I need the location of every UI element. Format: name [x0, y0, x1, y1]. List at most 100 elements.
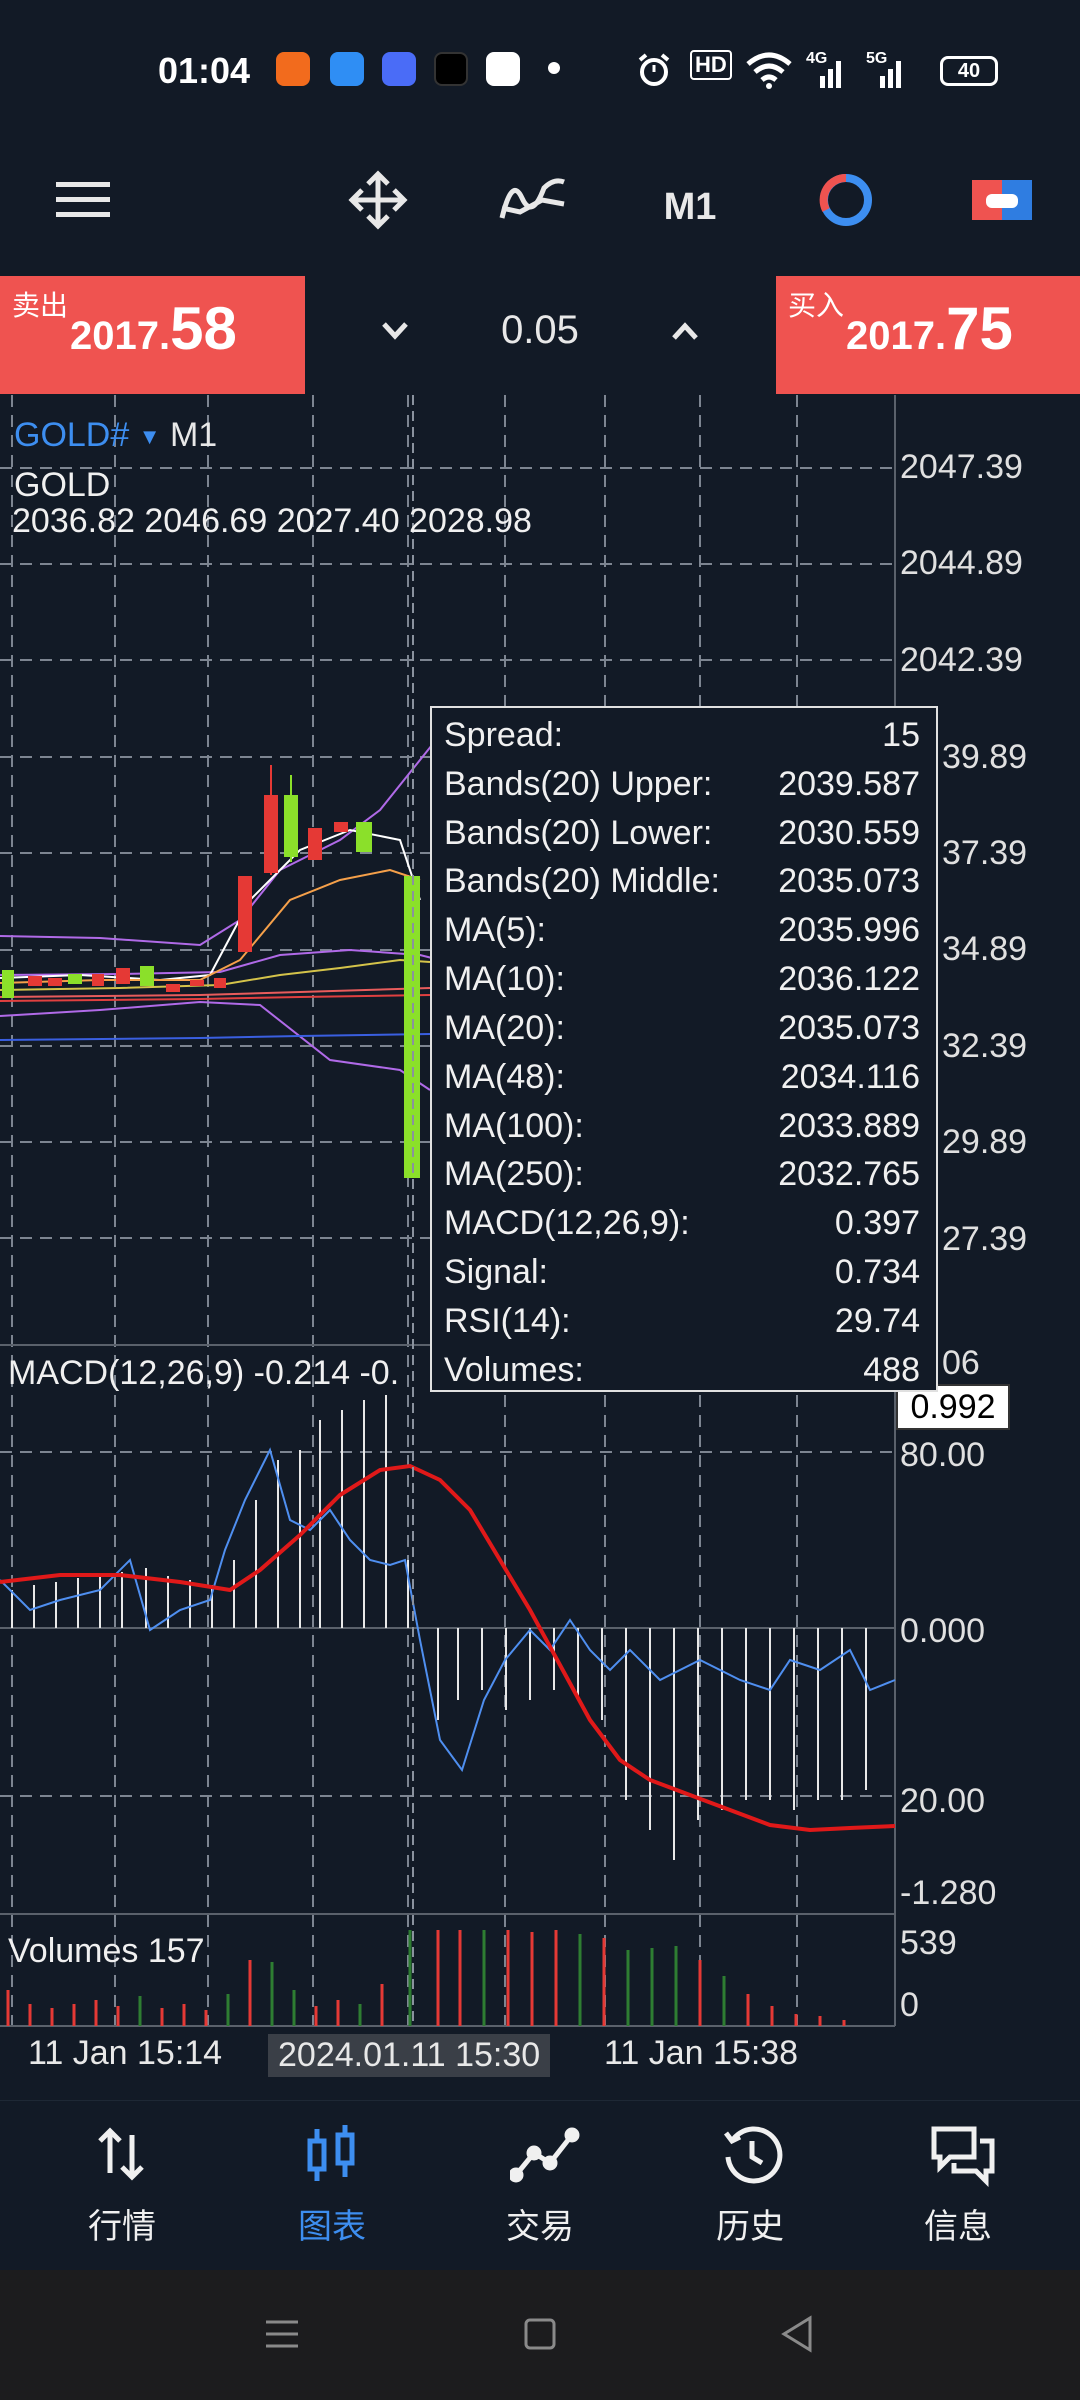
buy-price-minor: 75: [946, 295, 1013, 362]
wifi-icon: [746, 52, 792, 89]
tooltip-value: 29.74: [834, 1301, 920, 1340]
tooltip-value: 2033.889: [778, 1106, 920, 1145]
status-bar: 01:04 HD 4G 5G 40: [0, 0, 1080, 140]
back-icon[interactable]: [778, 2314, 818, 2354]
chart-candles-icon: [307, 2125, 355, 2181]
lot-increase-chevron-icon[interactable]: [650, 296, 720, 366]
volume-axis-label: 539: [900, 1924, 957, 1962]
browser-app-icon: [382, 52, 416, 86]
candle: [264, 795, 278, 873]
tooltip-key: Volumes:: [444, 1350, 584, 1389]
misc-app-icon: [486, 52, 520, 86]
price-axis-label: 34.89: [942, 930, 1028, 968]
tooltip-value: 2039.587: [778, 764, 920, 803]
macd-label: MACD(12,26,9) -0.214 -0.: [8, 1354, 400, 1392]
candle: [284, 795, 298, 857]
signal-5g-icon: [880, 61, 901, 88]
nav-history[interactable]: 历史: [670, 2101, 830, 2271]
nav-history-label: 历史: [716, 2208, 784, 2246]
candle: [308, 828, 322, 860]
tooltip-row: Bands(20) Lower: 2030.559: [444, 814, 920, 860]
nav-chart[interactable]: 图表: [252, 2101, 412, 2271]
tooltip-key: Signal:: [444, 1253, 548, 1292]
symbol-selector[interactable]: GOLD# ▼ M1: [14, 416, 217, 455]
tooltip-value: 2032.765: [778, 1155, 920, 1194]
sell-price-minor: 58: [170, 295, 237, 362]
signal-line: [0, 1463, 896, 1833]
lot-decrease-chevron-icon[interactable]: [360, 296, 430, 366]
tooltip-value: 15: [882, 716, 920, 754]
tooltip-row: Bands(20) Middle: 2035.073: [444, 862, 920, 908]
macd-axis-label: 20.00: [900, 1782, 986, 1820]
macd-axis-label: -1.280: [900, 1874, 997, 1912]
weather-app-icon: [330, 52, 364, 86]
price-axis-label: 29.89: [942, 1123, 1028, 1161]
menu-icon[interactable]: [54, 170, 114, 230]
status-time: 01:04: [158, 50, 251, 91]
hd-badge: HD: [690, 50, 732, 80]
tooltip-row: Volumes: 488: [444, 1351, 920, 1397]
tooltip-row: Spread: 15: [444, 716, 920, 762]
timeframe-button[interactable]: M1: [650, 140, 730, 275]
nav-messages-label: 信息: [924, 2208, 992, 2246]
symbol-description: GOLD: [14, 466, 111, 504]
tooltip-key: MA(48):: [444, 1057, 565, 1096]
history-clock-icon: [724, 2126, 783, 2184]
candle: [92, 974, 104, 986]
data-window-tooltip: Spread: 15 Bands(20) Upper: 2039.587 Bands(2…: [430, 706, 938, 1392]
buy-button[interactable]: 买入 2017.75: [776, 276, 1080, 394]
recent-apps-icon[interactable]: [262, 2314, 302, 2354]
time-axis-label: 11 Jan 15:38: [604, 2034, 799, 2072]
nav-messages[interactable]: 信息: [878, 2101, 1038, 2271]
chart-toolbar: M1: [0, 140, 1080, 275]
price-axis-label: 2042.39: [900, 641, 1023, 679]
indicator-icon[interactable]: [498, 168, 568, 232]
quotes-arrows-icon: [98, 2127, 144, 2181]
tooltip-row: MA(48): 2034.116: [444, 1058, 920, 1104]
trade-toggle-icon[interactable]: [970, 170, 1034, 230]
battery-indicator: 40: [940, 56, 998, 86]
home-icon[interactable]: [520, 2314, 560, 2354]
tooltip-key: MACD(12,26,9):: [444, 1204, 690, 1243]
nav-quotes[interactable]: 行情: [42, 2101, 202, 2271]
nav-quotes-label: 行情: [88, 2208, 156, 2246]
messages-icon: [931, 2126, 995, 2187]
tooltip-key: Bands(20) Lower:: [444, 813, 713, 852]
buy-price-major: 2017.: [846, 314, 947, 358]
trade-line-icon: [510, 2127, 580, 2183]
ma250-line: [0, 1033, 431, 1041]
tooltip-row: MACD(12,26,9): 0.397: [444, 1204, 920, 1250]
price-axis-label: 37.39: [942, 834, 1028, 872]
candle: [214, 978, 226, 988]
more-notifications-dot: [548, 62, 560, 74]
tooltip-row: MA(10): 2036.122: [444, 960, 920, 1006]
volumes-label: Volumes 157: [8, 1932, 205, 1970]
time-axis-cursor-label: 2024.01.11 15:30: [268, 2034, 551, 2077]
tooltip-value: 0.397: [834, 1204, 920, 1243]
lot-size-value[interactable]: 0.05: [460, 308, 620, 353]
bottom-navigation: 行情 图表 交易 历史 信息: [0, 2100, 1080, 2270]
price-axis-label: 2047.39: [900, 448, 1023, 486]
price-axis-label: 39.89: [942, 738, 1028, 776]
tooltip-value: 2036.122: [778, 960, 920, 999]
crosshair-move-icon[interactable]: [346, 168, 410, 232]
candle: [68, 974, 82, 984]
candle: [116, 968, 130, 984]
sell-button[interactable]: 卖出 2017.58: [0, 276, 305, 394]
alarm-icon: [638, 53, 670, 86]
candle: [140, 966, 154, 986]
system-navigation-bar: [0, 2270, 1080, 2400]
tooltip-value: 2035.073: [778, 862, 920, 901]
nav-trade-label: 交易: [506, 2208, 574, 2246]
candle: [166, 984, 180, 992]
candle: [356, 822, 372, 852]
tooltip-row: RSI(14): 29.74: [444, 1302, 920, 1348]
tooltip-value: 2034.116: [780, 1057, 920, 1096]
nav-trade[interactable]: 交易: [460, 2101, 620, 2271]
tooltip-key: Bands(20) Middle:: [444, 862, 720, 901]
buy-label: 买入: [788, 290, 845, 321]
symbol-dropdown-icon: ▼: [138, 424, 161, 450]
sell-price: 2017.58: [70, 294, 237, 363]
clock-icon[interactable]: [816, 170, 876, 230]
tooltip-value: 2035.996: [778, 911, 920, 950]
